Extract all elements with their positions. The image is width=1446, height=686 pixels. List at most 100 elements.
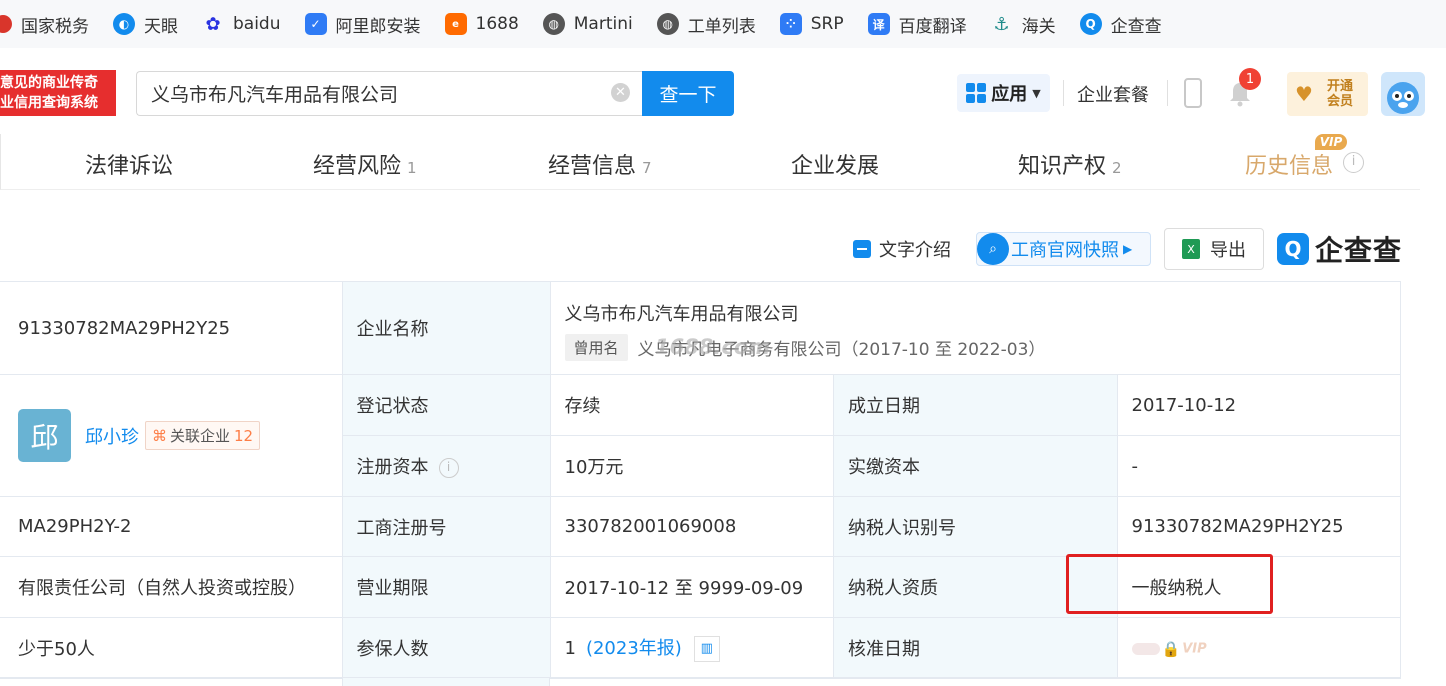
gs-snapshot-label: 工商官网快照 [1011, 240, 1119, 261]
paid-capital-value: - [1116, 435, 1401, 497]
search-value: 义乌市布凡汽车用品有限公司 [151, 84, 399, 106]
insured-count: 1 [564, 638, 576, 659]
approval-date-cell: 🔒 VIP [1116, 617, 1401, 679]
shield-icon: ✓ [304, 13, 327, 35]
enterprise-package-link[interactable]: 企业套餐 [1077, 81, 1149, 107]
translate-icon: 译 [867, 13, 890, 35]
bookmark-label: 阿里郎安装 [335, 16, 421, 37]
tab-business-risk[interactable]: 经营风险 1 [313, 148, 417, 180]
chart-icon[interactable]: ▥ [693, 636, 720, 662]
bookmark-worklist[interactable]: ◍ 工单列表 [656, 12, 756, 37]
bookmark-bar: 国家税务 ◐ 天眼 ✿ baidu ✓ 阿里郎安装 e 1688 ◍ Marti… [0, 0, 1446, 48]
bookmark-label: SRP [810, 14, 844, 34]
vip-locked-label[interactable]: VIP [1182, 641, 1206, 656]
reg-status-label: 登记状态 [341, 374, 551, 436]
text-intro-label: 文字介绍 [879, 240, 951, 261]
taxpayer-id-value: 91330782MA29PH2Y25 [1116, 496, 1401, 557]
customs-icon: ⚓ [993, 13, 1010, 35]
legal-rep-link[interactable]: 邱小珍 [85, 423, 139, 449]
qcc-logo-icon: Q [1277, 233, 1309, 265]
est-date-label: 成立日期 [833, 374, 1118, 436]
term-label: 营业期限 [341, 556, 551, 618]
tab-label: 企业发展 [791, 154, 880, 179]
info-icon[interactable]: i [1343, 152, 1364, 173]
bookmark-alilang[interactable]: ✓ 阿里郎安装 [304, 12, 421, 37]
gs-snapshot-button[interactable]: ⌕ 工商官网快照 ▶ [976, 232, 1151, 266]
bookmark-tax[interactable]: 国家税务 [0, 12, 89, 37]
excel-icon: X [1182, 239, 1200, 259]
reg-no-label: 工商注册号 [341, 496, 551, 557]
reg-capital-label-cell: 注册资本 i [342, 435, 551, 497]
divider [1063, 80, 1064, 106]
text-intro-button[interactable]: 文字介绍 [853, 236, 951, 262]
reg-capital-value: 10万元 [549, 435, 834, 497]
bookmark-srp[interactable]: ⁘ SRP [779, 13, 844, 35]
user-avatar[interactable] [1381, 72, 1425, 116]
bookmark-label: baidu [233, 14, 281, 34]
bookmark-label: 天眼 [144, 16, 178, 37]
export-button[interactable]: X 导出 [1164, 228, 1264, 270]
slogan-banner: 意见的商业传奇 业信用查询系统 [0, 70, 116, 116]
tab-label: 法律诉讼 [85, 154, 174, 179]
tab-count: 2 [1112, 159, 1122, 177]
blurred-value [1131, 642, 1160, 655]
mobile-phone-icon[interactable] [1184, 78, 1202, 108]
insured-cell: 1 (2023年报) ▥ [549, 617, 834, 679]
tab-history[interactable]: 历史信息 [1245, 148, 1333, 180]
bookmark-qcc[interactable]: Q 企查查 [1079, 12, 1162, 37]
dots-icon: ⁘ [779, 13, 802, 35]
qcc-logo: Q 企查查 [1277, 229, 1402, 269]
info-icon[interactable]: i [438, 458, 459, 478]
qcc-logo-text: 企查查 [1315, 234, 1403, 267]
bookmark-label: 企查查 [1110, 16, 1162, 37]
search-button[interactable]: 查一下 [642, 71, 734, 116]
reg-capital-label: 注册资本 [356, 457, 429, 478]
table-row: 91330782MA29PH2Y25 企业名称 义乌市布凡汽车用品有限公司 曾用… [0, 281, 1401, 375]
tab-business-info[interactable]: 经营信息 7 [548, 148, 652, 180]
divider [1167, 80, 1168, 106]
paid-capital-label: 实缴资本 [833, 435, 1118, 497]
bookmark-label: 国家税务 [21, 16, 89, 37]
table-row: 邱 邱小珍 ⌘ 关联企业 12 登记状态 存续 成立日期 2017-10-12 [0, 374, 1401, 497]
bookmark-martini[interactable]: ◍ Martini [542, 13, 633, 35]
tianyan-icon: ◐ [113, 13, 135, 35]
tab-development[interactable]: 企业发展 [791, 148, 879, 180]
table-row: MA29PH2Y-2 工商注册号 330782001069008 纳税人识别号 … [0, 496, 1401, 557]
clear-search-icon[interactable]: ✕ [611, 83, 630, 102]
bookmark-baidu[interactable]: ✿ baidu [202, 13, 281, 35]
est-date-value: 2017-10-12 [1116, 374, 1401, 436]
apps-dropdown-button[interactable]: 应用 ▼ [957, 74, 1050, 112]
search-input[interactable]: 义乌市布凡汽车用品有限公司 [136, 71, 642, 116]
legal-rep-cell: 邱 邱小珍 ⌘ 关联企业 12 [0, 374, 343, 497]
slogan-line-2: 业信用查询系统 [0, 95, 98, 111]
highlight-box [1066, 554, 1273, 614]
bookmark-translate[interactable]: 译 百度翻译 [867, 12, 967, 37]
tab-label: 知识产权 [1018, 154, 1107, 179]
open-vip-button[interactable]: ♥ 开通 会员 [1287, 72, 1368, 116]
chevron-down-icon: ▼ [1032, 86, 1041, 100]
company-name: 义乌市布凡汽车用品有限公司 [564, 303, 799, 325]
tab-legal[interactable]: 法律诉讼 [85, 148, 173, 180]
bookmark-1688[interactable]: e 1688 [444, 13, 519, 35]
related-companies-badge[interactable]: ⌘ 关联企业 12 [145, 421, 261, 450]
term-value: 2017-10-12 至 9999-09-09 [549, 556, 834, 618]
site-header: 意见的商业传奇 业信用查询系统 义乌市布凡汽车用品有限公司 ✕ 查一下 应用 ▼… [0, 48, 1446, 134]
vip-open-line-2: 会员 [1327, 94, 1354, 109]
related-label: 关联企业 [170, 427, 231, 445]
company-type-cell: 有限责任公司（自然人投资或控股） [0, 556, 343, 618]
bookmark-customs[interactable]: ⚓ 海关 [991, 12, 1056, 37]
bookmark-label: 海关 [1021, 16, 1056, 37]
camera-search-icon: ⌕ [977, 233, 1009, 265]
tab-label: 经营信息 [548, 154, 637, 179]
tab-count: 1 [407, 159, 417, 177]
annual-report-link[interactable]: (2023年报) [586, 638, 682, 659]
tab-ip[interactable]: 知识产权 2 [1018, 148, 1122, 180]
former-name-tag: 曾用名 [564, 333, 628, 361]
bookmark-tianyan[interactable]: ◐ 天眼 [113, 12, 178, 37]
taxpayer-id-label: 纳税人识别号 [833, 496, 1118, 557]
credit-code-cell: 91330782MA29PH2Y25 [0, 281, 343, 375]
tab-label: 经营风险 [313, 154, 402, 179]
bookmark-label: 1688 [475, 14, 519, 34]
vip-open-line-1: 开通 [1327, 79, 1354, 94]
reg-no-value: 330782001069008 [549, 496, 834, 557]
